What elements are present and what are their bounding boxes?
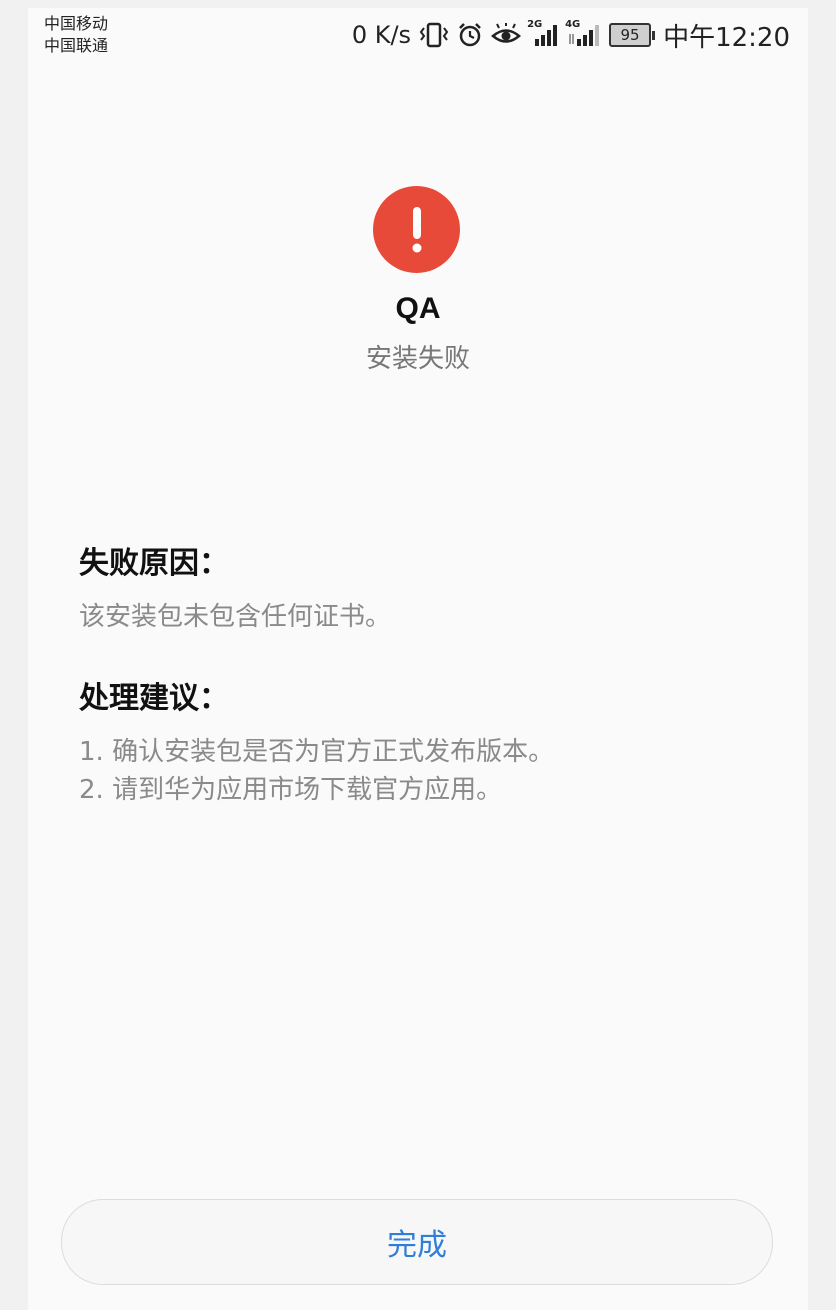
battery-icon: 95 [609,23,656,47]
app-name: QA [395,292,441,325]
status-icons: 0 K/s 2G 4G 95 中午12:20 [351,19,790,53]
suggestion-item: 1. 确认安装包是否为官方正式发布版本。 [79,737,555,767]
carrier-names: 中国移动 中国联通 [44,13,108,57]
failure-reason-text: 该安装包未包含任何证书。 [79,602,392,632]
failure-reason-title: 失败原因： [79,546,229,581]
install-status: 安装失败 [365,344,470,374]
eye-comfort-icon [491,23,521,47]
alarm-icon [457,22,483,48]
suggestion-title: 处理建议： [79,681,229,716]
signal-4g-icon: 4G [565,19,601,48]
status-bar: 中国移动 中国联通 0 K/s 2G 4G 95 中午12:20 [28,8,808,62]
vibrate-icon [419,22,449,48]
exclamation-icon [373,186,460,273]
network-speed: 0 K/s [351,21,412,49]
suggestion-item: 2. 请到华为应用市场下载官方应用。 [79,775,503,805]
signal-2g-icon: 2G [527,19,559,48]
suggestion-list: 1. 确认安装包是否为官方正式发布版本。 2. 请到华为应用市场下载官方应用。 [79,733,554,809]
done-button[interactable]: 完成 [61,1199,773,1285]
battery-level: 95 [609,23,652,47]
clock: 中午12:20 [663,22,790,53]
screen: 中国移动 中国联通 0 K/s 2G 4G 95 中午12:20 QA 安装失败… [28,8,808,1310]
carrier-2: 中国联通 [44,36,109,55]
carrier-1: 中国移动 [44,14,109,33]
